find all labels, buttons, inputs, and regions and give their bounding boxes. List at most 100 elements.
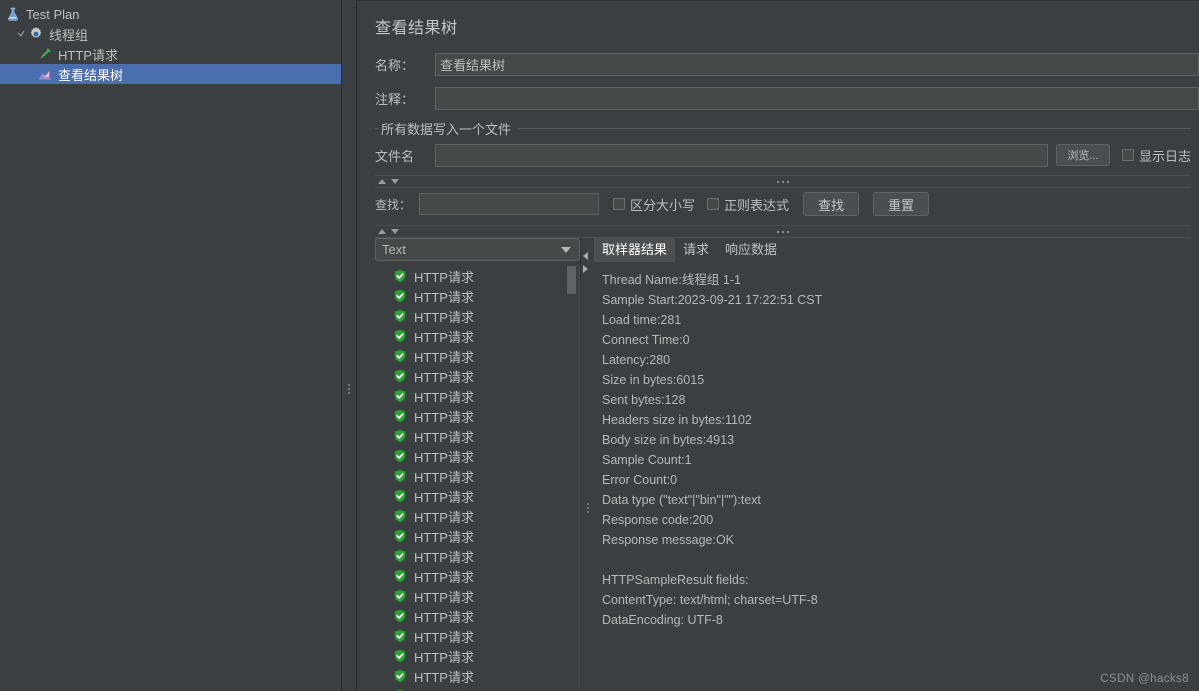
comment-field-row: 注释：	[367, 84, 1199, 112]
show-log-checkbox[interactable]	[1121, 149, 1134, 161]
search-input[interactable]	[419, 193, 599, 215]
collapse-bar-search[interactable]	[375, 175, 1191, 188]
tree-node-label: 查看结果树	[58, 67, 124, 83]
tree-node-view-results-tree[interactable]: 查看结果树	[0, 64, 341, 84]
filename-input[interactable]	[435, 143, 1048, 167]
browse-button[interactable]: 浏览...	[1055, 144, 1110, 166]
detail-line: ContentType: text/html; charset=UTF-8	[602, 593, 818, 607]
list-item[interactable]: HTTP请求	[375, 626, 579, 646]
case-sensitive-checkbox[interactable]	[613, 198, 625, 210]
groupbox-title-label: 所有数据写入一个文件	[381, 118, 518, 138]
list-item[interactable]: HTTP请求	[375, 286, 579, 306]
success-shield-icon	[394, 409, 406, 423]
success-shield-icon	[394, 569, 406, 583]
list-item-label: HTTP请求	[414, 309, 474, 325]
list-item-label: HTTP请求	[414, 449, 474, 465]
chevron-down-icon[interactable]	[391, 179, 399, 184]
list-item[interactable]: HTTP请求	[375, 586, 579, 606]
list-item[interactable]: HTTP请求	[375, 546, 579, 566]
list-item[interactable]: HTTP请求	[375, 646, 579, 666]
search-label: 查找：	[375, 197, 412, 212]
list-item[interactable]: HTTP请求	[375, 686, 579, 691]
chevron-down-icon[interactable]	[391, 229, 399, 234]
list-item[interactable]: HTTP请求	[375, 526, 579, 546]
reset-button[interactable]: 重置	[873, 192, 930, 216]
tab-1[interactable]: 请求	[675, 236, 717, 262]
list-item[interactable]: HTTP请求	[375, 606, 579, 626]
list-item[interactable]: HTTP请求	[375, 446, 579, 466]
main-vertical-splitter[interactable]	[341, 0, 357, 691]
success-shield-icon	[394, 349, 406, 363]
arrow-left-icon[interactable]	[583, 252, 588, 260]
list-item[interactable]: HTTP请求	[375, 566, 579, 586]
chevron-up-icon[interactable]	[378, 179, 386, 184]
list-item-label: HTTP请求	[414, 469, 474, 485]
name-label: 名称：	[375, 57, 415, 73]
test-plan-icon	[4, 5, 22, 23]
success-shield-icon	[394, 629, 406, 643]
renderer-select[interactable]: Text	[375, 238, 580, 262]
tab-2[interactable]: 响应数据	[717, 236, 785, 262]
list-item-label: HTTP请求	[414, 509, 474, 525]
detail-line: Response code:200	[602, 513, 714, 527]
success-shield-icon	[394, 529, 406, 543]
list-item-label: HTTP请求	[414, 569, 474, 585]
list-item-label: HTTP请求	[414, 669, 474, 685]
splitter-grip-icon	[586, 503, 589, 513]
list-item-label: HTTP请求	[414, 629, 474, 645]
detail-line: Error Count:0	[602, 473, 678, 487]
test-plan-tree-panel: Test Plan 线程组 HTTP请求 查看结果树	[0, 0, 341, 691]
resize-grip-icon[interactable]	[777, 180, 789, 183]
list-item[interactable]: HTTP请求	[375, 506, 579, 526]
list-item[interactable]: HTTP请求	[375, 266, 579, 286]
jmeter-window: Test Plan 线程组 HTTP请求 查看结果树 查看结果树 名称： 查看结…	[0, 0, 1199, 691]
case-sensitive-checkbox-group[interactable]: 区分大小写	[613, 195, 695, 214]
list-item[interactable]: HTTP请求	[375, 466, 579, 486]
detail-line: Data type ("text"|"bin"|""):text	[602, 493, 761, 507]
list-item[interactable]: HTTP请求	[375, 386, 579, 406]
chevron-down-icon	[561, 246, 571, 253]
regex-checkbox[interactable]	[707, 198, 720, 210]
scrollbar-thumb[interactable]	[567, 266, 576, 295]
success-shield-icon	[394, 289, 406, 303]
tab-scroll-arrows[interactable]	[583, 252, 588, 273]
list-item-label: HTTP请求	[414, 349, 474, 365]
detail-line: Latency:280	[602, 353, 671, 367]
regex-checkbox-group[interactable]: 正则表达式	[707, 195, 789, 214]
sample-result-list[interactable]: HTTP请求 HTTP请求 HTTP请求 HTTP请求 HTTP请求 HTTP请…	[375, 266, 580, 691]
tree-node-thread-group[interactable]: 线程组	[0, 24, 341, 44]
list-item[interactable]: HTTP请求	[375, 306, 579, 326]
list-item[interactable]: HTTP请求	[375, 366, 579, 386]
arrow-right-icon[interactable]	[583, 265, 588, 273]
list-item-label: HTTP请求	[414, 649, 474, 665]
detail-line: HTTPSampleResult fields:	[602, 573, 749, 587]
success-shield-icon	[394, 509, 406, 523]
list-item[interactable]: HTTP请求	[375, 346, 579, 366]
collapse-bar-results[interactable]	[375, 225, 1191, 238]
tree-node-test-plan[interactable]: Test Plan	[0, 4, 341, 24]
list-item[interactable]: HTTP请求	[375, 406, 579, 426]
list-item[interactable]: HTTP请求	[375, 326, 579, 346]
collapse-handle-icon[interactable]	[16, 27, 27, 41]
success-shield-icon	[394, 389, 406, 403]
find-button[interactable]: 查找	[803, 192, 860, 216]
list-item[interactable]: HTTP请求	[375, 666, 579, 686]
success-shield-icon	[394, 469, 406, 483]
comment-input[interactable]	[435, 86, 1199, 110]
name-input[interactable]	[435, 52, 1199, 76]
list-item-label: HTTP请求	[414, 329, 474, 345]
success-shield-icon	[394, 329, 406, 343]
tab-0[interactable]: 取样器结果	[594, 236, 676, 262]
detail-line: Size in bytes:6015	[602, 373, 705, 387]
results-left-column: Text HTTP请求 HTTP请求 HTTP请求 HTTP请求 HTTP请求 …	[375, 238, 580, 691]
tree-node-http-request[interactable]: HTTP请求	[0, 44, 341, 64]
results-splitter[interactable]	[580, 238, 594, 691]
sampler-result-detail: Thread Name:线程组 1-1 Sample Start:2023-09-…	[594, 262, 1199, 691]
show-log-checkbox-group[interactable]: 显示日志	[1121, 146, 1191, 165]
list-item[interactable]: HTTP请求	[375, 486, 579, 506]
resize-grip-icon[interactable]	[777, 230, 789, 233]
list-item[interactable]: HTTP请求	[375, 426, 579, 446]
result-list-scrollbar[interactable]	[567, 266, 576, 691]
chevron-up-icon[interactable]	[378, 229, 386, 234]
show-log-label: 显示日志	[1138, 148, 1191, 164]
